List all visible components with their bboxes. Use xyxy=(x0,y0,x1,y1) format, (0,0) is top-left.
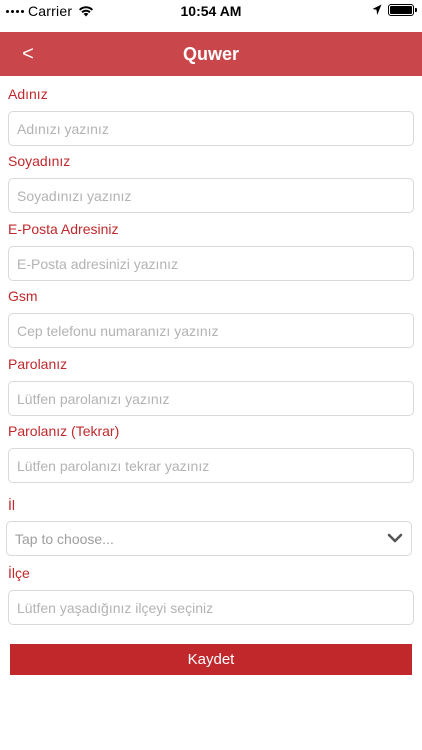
password-repeat-input[interactable] xyxy=(8,448,414,483)
location-icon xyxy=(372,4,382,15)
password-label: Parolanız xyxy=(8,356,68,372)
surname-field-group: Soyadınız xyxy=(8,151,414,213)
email-input[interactable] xyxy=(8,246,414,281)
page-title: Quwer xyxy=(182,43,239,64)
save-button[interactable]: Kaydet xyxy=(10,644,412,675)
password-repeat-label: Parolanız (Tekrar) xyxy=(8,423,120,439)
name-label: Adınız xyxy=(8,86,48,102)
back-button[interactable]: < xyxy=(16,40,40,68)
city-label: İl xyxy=(8,497,15,513)
surname-input[interactable] xyxy=(8,178,414,213)
nav-bar: < Quwer xyxy=(0,32,422,76)
district-label: İlçe xyxy=(8,565,30,581)
district-input[interactable] xyxy=(8,590,414,625)
status-time: 10:54 AM xyxy=(180,3,242,19)
email-label: E-Posta Adresiniz xyxy=(8,221,119,237)
name-field-group: Adınız xyxy=(8,84,414,146)
battery-icon xyxy=(388,4,417,16)
password-input[interactable] xyxy=(8,381,414,416)
city-field-group: İl xyxy=(8,495,414,515)
password-repeat-field-group: Parolanız (Tekrar) xyxy=(8,421,414,483)
password-field-group: Parolanız xyxy=(8,354,414,416)
surname-label: Soyadınız xyxy=(8,153,71,169)
status-bar: Carrier 10:54 AM xyxy=(0,0,422,22)
district-field-group: İlçe xyxy=(8,563,414,625)
chevron-down-icon xyxy=(387,533,403,543)
email-field-group: E-Posta Adresiniz xyxy=(8,219,414,281)
city-select-value: Tap to choose... xyxy=(15,530,114,547)
gsm-field-group: Gsm xyxy=(8,286,414,348)
status-right xyxy=(372,4,417,16)
city-select[interactable]: Tap to choose... xyxy=(6,521,412,556)
gsm-label: Gsm xyxy=(8,288,38,304)
name-input[interactable] xyxy=(8,111,414,146)
gsm-input[interactable] xyxy=(8,313,414,348)
